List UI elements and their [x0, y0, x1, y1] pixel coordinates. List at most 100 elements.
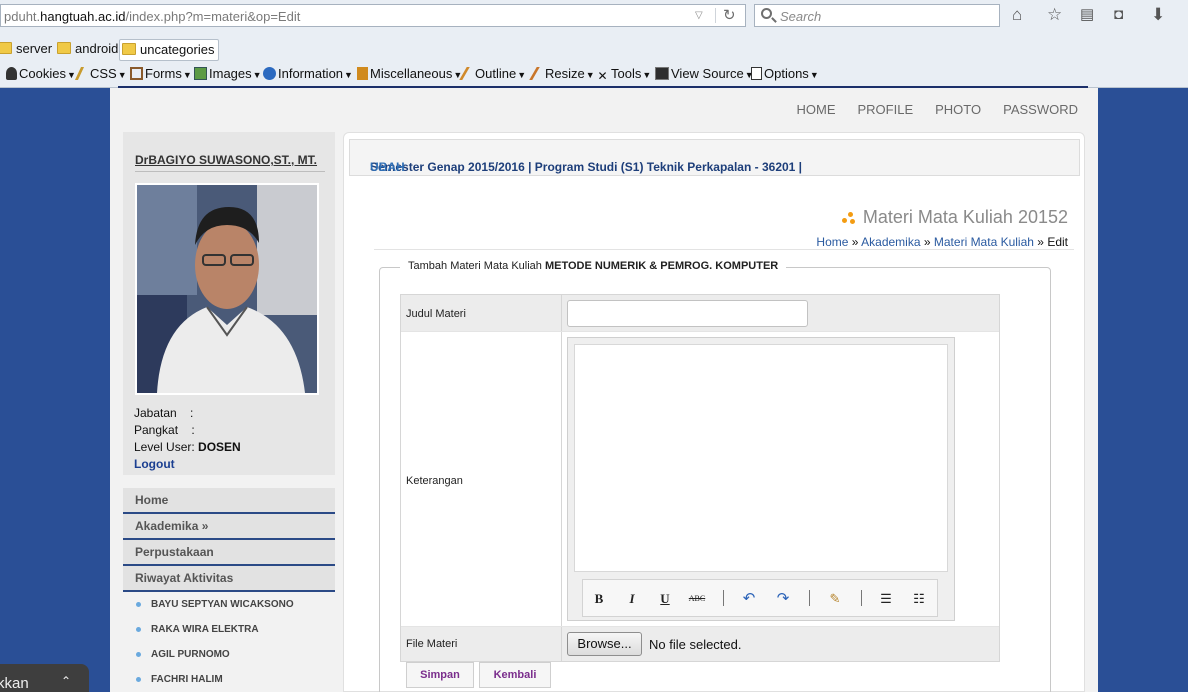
list-item[interactable]: BAYU SEPTYAN WICAKSONO [123, 592, 335, 617]
bookmark-star-icon[interactable]: ☆ [1047, 4, 1062, 26]
sidebar-item-home[interactable]: Home [123, 488, 335, 514]
bookmarks-list-icon[interactable]: ▤ [1080, 4, 1094, 26]
bookmark-folder-android[interactable]: android [55, 39, 118, 61]
keterangan-editor: B I U ABC ↶ ↷ ✎ ☰ ☷ [567, 337, 955, 621]
downloads-icon[interactable]: ⬇ [1151, 4, 1165, 26]
web-developer-toolbar: Cookies▼ CSS▼ Forms▼ Images▼ Information… [0, 63, 1188, 85]
devbar-images[interactable]: Images▼ [194, 66, 262, 81]
address-bar[interactable]: pduht.hangtuah.ac.id/index.php?m=materi&… [0, 4, 746, 27]
save-button[interactable]: Simpan [406, 662, 474, 688]
top-navigation: HOME PROFILE PHOTO PASSWORD [774, 102, 1078, 117]
level-user-row: Level User: DOSEN [134, 440, 241, 454]
images-icon [194, 67, 207, 80]
pocket-icon[interactable]: ◘ [1114, 4, 1123, 26]
strikethrough-button[interactable]: ABC [687, 594, 707, 603]
file-status: No file selected. [649, 637, 742, 652]
redo-icon[interactable]: ↷ [773, 589, 793, 607]
judul-label: Judul Materi [401, 295, 562, 331]
nav-home[interactable]: HOME [796, 102, 835, 117]
history-dropdown-icon[interactable]: ▽ [695, 10, 703, 21]
lecturer-name[interactable]: DrBAGIYO SUWASONO,ST., MT. [135, 153, 317, 167]
title-divider [374, 249, 1074, 250]
breadcrumb-materi[interactable]: Materi Mata Kuliah [934, 235, 1034, 249]
cookies-icon [6, 67, 17, 80]
devbar-tools[interactable]: ✕ Tools▼ [596, 66, 651, 83]
breadcrumb: Home » Akademika » Materi Mata Kuliah » … [816, 235, 1068, 249]
devbar-forms[interactable]: Forms▼ [130, 66, 192, 81]
sidebar-item-akademika[interactable]: Akademika » [123, 514, 335, 540]
editor-textarea[interactable] [574, 344, 948, 572]
folder-icon [122, 43, 136, 55]
materi-form-fieldset: Tambah Materi Mata Kuliah METODE NUMERIK… [379, 260, 1051, 692]
form-legend: Tambah Materi Mata Kuliah METODE NUMERIK… [400, 260, 787, 272]
home-icon[interactable]: ⌂ [1012, 4, 1022, 26]
list-item[interactable]: RAKA WIRA ELEKTRA [123, 617, 335, 642]
logout-link[interactable]: Logout [134, 457, 175, 471]
nav-password[interactable]: PASSWORD [1003, 102, 1078, 117]
nav-photo[interactable]: PHOTO [935, 102, 981, 117]
info-icon [263, 67, 276, 80]
judul-materi-input[interactable] [567, 300, 808, 327]
nav-profile[interactable]: PROFILE [857, 102, 913, 117]
sidebar-item-perpustakaan[interactable]: Perpustakaan [123, 540, 335, 566]
breadcrumb-home[interactable]: Home [816, 235, 848, 249]
list-item[interactable]: AGIL PURNOMO [123, 642, 335, 667]
toolbar-divider [809, 590, 810, 606]
page-container: HOME PROFILE PHOTO PASSWORD DrBAGIYO SUWASO… [110, 88, 1098, 692]
list-item[interactable]: FACHRI HALIM [123, 667, 335, 692]
back-button[interactable]: Kembali [479, 662, 551, 688]
editor-toolbar: B I U ABC ↶ ↷ ✎ ☰ ☷ [582, 579, 938, 617]
tools-icon: ✕ [597, 69, 608, 83]
bullet-list-icon[interactable]: ☰ [876, 591, 896, 607]
file-row: File Materi Browse... No file selected. [401, 627, 999, 661]
toolbar-divider [861, 590, 862, 606]
misc-icon [357, 67, 368, 80]
browser-toolbar: pduht.hangtuah.ac.id/index.php?m=materi&… [0, 0, 1188, 88]
search-icon [761, 8, 772, 19]
devbar-options[interactable]: Options▼ [751, 66, 819, 81]
jabatan-row: Jabatan : [134, 406, 194, 420]
bookmark-folder-server[interactable]: server [0, 39, 52, 61]
view-source-icon [655, 67, 669, 80]
devbar-view-source[interactable]: View Source▼ [655, 66, 754, 81]
ubah-link[interactable]: UBAH [370, 160, 405, 174]
breadcrumb-akademika[interactable]: Akademika [861, 235, 920, 249]
undo-icon[interactable]: ↶ [739, 589, 759, 607]
address-divider [715, 8, 716, 23]
browse-button[interactable]: Browse... [567, 632, 642, 656]
bold-button[interactable]: B [589, 591, 609, 607]
italic-button[interactable]: I [622, 591, 642, 607]
search-input[interactable]: Search [754, 4, 1000, 27]
devbar-css[interactable]: CSS▼ [74, 66, 127, 81]
sidebar-menu: Home Akademika » Perpustakaan Riwayat Ak… [123, 488, 335, 692]
folder-icon [57, 42, 71, 54]
devbar-cookies[interactable]: Cookies▼ [6, 66, 76, 81]
bookmarks-toolbar: server android uncategories [0, 36, 1188, 62]
forms-icon [130, 67, 143, 80]
file-label: File Materi [401, 627, 562, 661]
devbar-information[interactable]: Information▼ [263, 66, 353, 81]
sidebar-item-riwayat-aktivitas[interactable]: Riwayat Aktivitas [123, 566, 335, 592]
search-placeholder: Search [780, 9, 822, 24]
clean-format-icon[interactable]: ✎ [825, 591, 845, 607]
main-content: Semester Genap 2015/2016 | Program Studi… [343, 132, 1085, 692]
judul-row: Judul Materi [401, 295, 999, 332]
keterangan-row: Keterangan B I U ABC ↶ ↷ ✎ ☰ ☷ [401, 332, 999, 627]
options-icon [751, 67, 762, 80]
semester-info-bar: Semester Genap 2015/2016 | Program Studi… [349, 139, 1080, 176]
devbar-miscellaneous[interactable]: Miscellaneous▼ [357, 66, 462, 81]
devbar-outline[interactable]: Outline▼ [459, 66, 526, 81]
bookmark-folder-uncategories[interactable]: uncategories [119, 39, 220, 61]
profile-card: DrBAGIYO SUWASONO,ST., MT. Jabatan : Pan… [123, 132, 335, 475]
bottom-popup[interactable]: kkan ⌃ [0, 664, 89, 692]
reload-icon[interactable]: ↻ [723, 6, 736, 24]
numbered-list-icon[interactable]: ☷ [909, 591, 929, 607]
folder-icon [0, 42, 12, 54]
left-sidebar: DrBAGIYO SUWASONO,ST., MT. Jabatan : Pan… [123, 132, 335, 685]
name-divider [135, 171, 325, 172]
underline-button[interactable]: U [655, 591, 675, 607]
devbar-resize[interactable]: Resize▼ [529, 66, 595, 81]
pangkat-row: Pangkat : [134, 423, 195, 437]
chevron-up-icon[interactable]: ⌃ [61, 674, 71, 688]
title-dots-icon [841, 209, 858, 225]
